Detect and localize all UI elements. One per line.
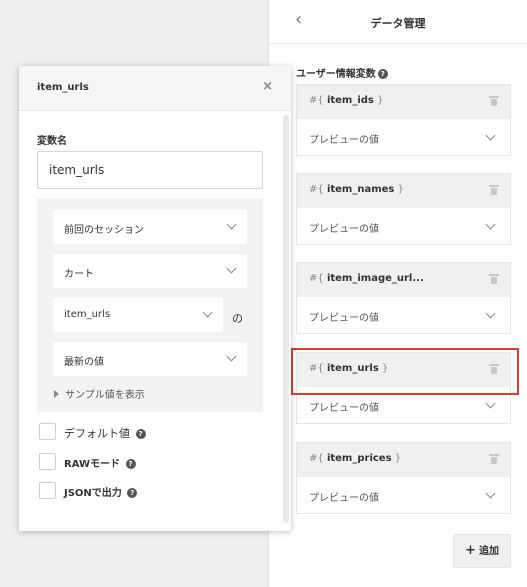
scrollbar[interactable]	[283, 115, 289, 523]
chevron-down-icon	[485, 308, 496, 319]
raw-mode-checkbox[interactable]	[39, 453, 56, 470]
variable-card: #{ item_ids } プレビューの値	[296, 84, 511, 156]
source-selector-group: 前回のセッション カート item_urls の 最新の値 サンプル値を表示	[37, 198, 263, 412]
variable-name: item_prices	[326, 453, 392, 464]
chevron-down-icon	[226, 219, 237, 230]
variable-token: #{ item_names }	[309, 184, 404, 195]
panel-header: ‹ データ管理	[269, 0, 527, 44]
trash-icon[interactable]	[489, 185, 499, 195]
variable-name: item_image_url...	[326, 273, 424, 284]
help-icon[interactable]: ?	[125, 459, 136, 469]
variable-name: item_names	[326, 184, 395, 195]
help-icon[interactable]: ?	[127, 488, 138, 498]
chevron-down-icon	[485, 130, 496, 141]
variable-card: #{ item_prices } プレビューの値	[296, 442, 511, 514]
variable-card: #{ item_image_url... プレビューの値	[296, 262, 511, 334]
add-variable-button[interactable]: + 追加	[453, 534, 511, 568]
variable-edit-modal: item_urls × 変数名 前回のセッション カート item_urls の…	[19, 66, 291, 531]
chevron-down-icon	[485, 398, 496, 409]
close-icon[interactable]: ×	[262, 79, 273, 94]
preview-dropdown[interactable]: プレビューの値	[297, 297, 510, 333]
default-value-checkbox[interactable]	[39, 423, 56, 440]
selection-highlight	[291, 348, 519, 395]
trash-icon[interactable]	[489, 274, 499, 284]
trash-icon[interactable]	[489, 454, 499, 464]
cart-select[interactable]: カート	[53, 254, 247, 288]
data-management-panel: ‹ データ管理 ユーザー情報変数? #{ item_ids } プレビューの値 …	[268, 0, 527, 587]
variable-card-header[interactable]: #{ item_names }	[297, 174, 510, 208]
chevron-down-icon	[202, 307, 213, 318]
modal-header: item_urls ×	[19, 66, 291, 111]
show-sample-toggle[interactable]: サンプル値を表示	[54, 386, 145, 401]
chevron-down-icon	[226, 263, 237, 274]
variable-card-header[interactable]: #{ item_ids }	[297, 85, 510, 119]
caret-right-icon	[54, 390, 59, 398]
variable-card: #{ item_names } プレビューの値	[296, 173, 511, 245]
chevron-down-icon	[485, 488, 496, 499]
variable-card-header[interactable]: #{ item_prices }	[297, 443, 510, 477]
help-icon[interactable]: ?	[377, 69, 388, 79]
help-icon[interactable]: ?	[135, 429, 146, 439]
field-select[interactable]: item_urls	[53, 298, 223, 332]
chevron-down-icon	[226, 351, 237, 362]
chevron-down-icon	[485, 219, 496, 230]
variable-name-label: 変数名	[37, 136, 67, 147]
user-variables-heading: ユーザー情報変数?	[296, 65, 388, 80]
preview-dropdown[interactable]: プレビューの値	[297, 477, 510, 513]
variable-card-header[interactable]: #{ item_image_url...	[297, 263, 510, 297]
variable-token: #{ item_image_url...	[309, 273, 424, 284]
preview-dropdown[interactable]: プレビューの値	[297, 208, 510, 244]
of-label: の	[232, 312, 243, 325]
modal-title: item_urls	[37, 82, 89, 93]
latest-value-select[interactable]: 最新の値	[53, 342, 247, 376]
variable-name: item_ids	[326, 95, 374, 106]
variable-token: #{ item_ids }	[309, 95, 384, 106]
session-select[interactable]: 前回のセッション	[53, 210, 247, 244]
preview-dropdown[interactable]: プレビューの値	[297, 119, 510, 155]
json-output-checkbox[interactable]	[39, 482, 56, 499]
plus-icon: +	[465, 543, 476, 558]
variable-token: #{ item_prices }	[309, 453, 402, 464]
panel-title: データ管理	[370, 17, 426, 30]
variable-name-input[interactable]	[37, 151, 263, 189]
trash-icon[interactable]	[489, 96, 499, 106]
